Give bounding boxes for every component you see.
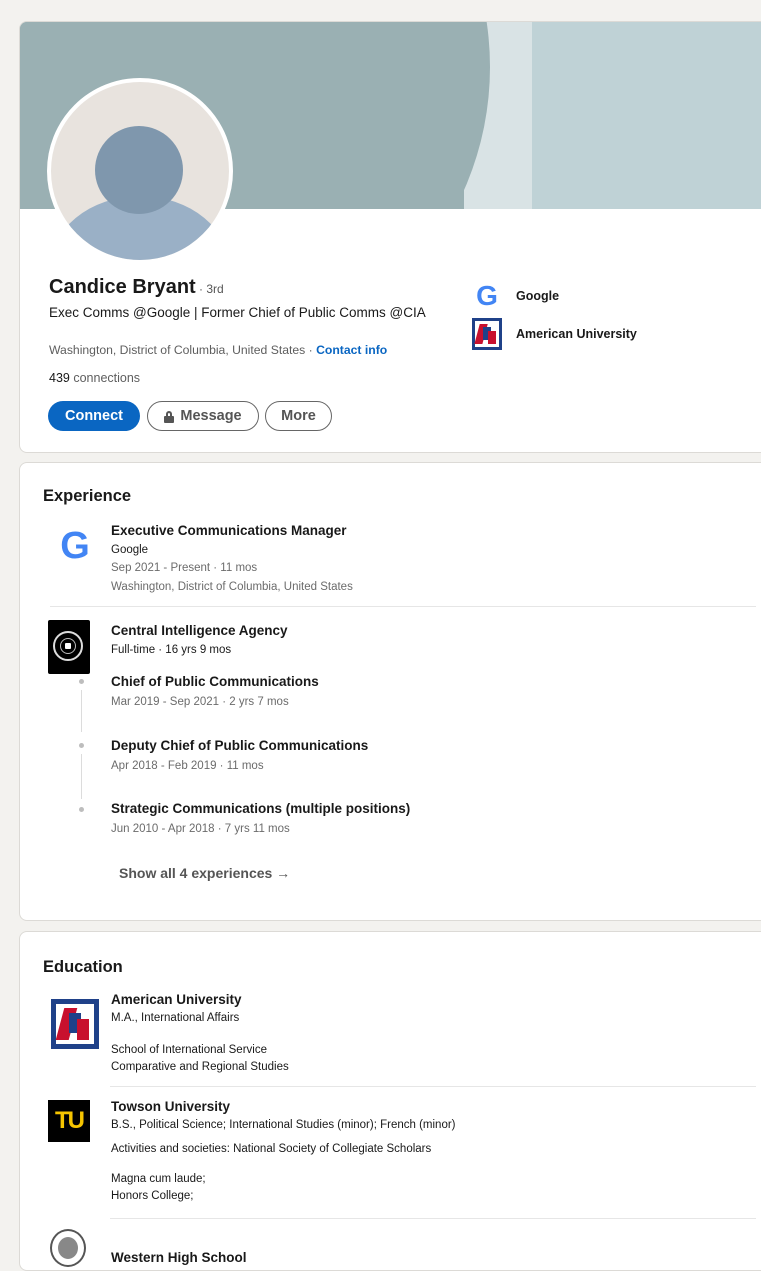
timeline-line bbox=[81, 690, 82, 732]
connect-button[interactable]: Connect bbox=[48, 401, 140, 431]
experience-dates-google: Sep 2021 - Present · 11 mos bbox=[111, 562, 258, 574]
side-org-american-university[interactable]: American University bbox=[472, 318, 637, 350]
school-detail: School of International Service bbox=[111, 1044, 267, 1056]
connection-degree: · 3rd bbox=[195, 282, 224, 296]
education-title: Education bbox=[43, 958, 123, 976]
experience-title-google: Executive Communications Manager bbox=[111, 523, 347, 538]
connections-number: 439 bbox=[49, 371, 70, 385]
experience-company-cia: Central Intelligence Agency bbox=[111, 623, 288, 638]
role-dates: Jun 2010 - Apr 2018 · 7 yrs 11 mos bbox=[111, 823, 290, 835]
side-org-google[interactable]: G Google bbox=[472, 282, 559, 310]
western-high-school-logo-icon[interactable] bbox=[50, 1229, 86, 1267]
education-section: Education American University M.A., Inte… bbox=[19, 931, 761, 1271]
divider bbox=[50, 606, 756, 607]
avatar-head bbox=[95, 126, 183, 214]
role-title: Strategic Communications (multiple posit… bbox=[111, 801, 411, 816]
experience-location-google: Washington, District of Columbia, United… bbox=[111, 581, 353, 593]
towson-university-logo-icon[interactable]: TU bbox=[48, 1100, 90, 1142]
role-title: Chief of Public Communications bbox=[111, 674, 319, 689]
divider bbox=[110, 1218, 756, 1219]
contact-info-link[interactable]: Contact info bbox=[316, 343, 387, 357]
school-detail: Comparative and Regional Studies bbox=[111, 1061, 289, 1073]
connections-label: connections bbox=[69, 371, 141, 385]
side-org-label: American University bbox=[516, 327, 637, 341]
avatar[interactable] bbox=[47, 78, 233, 264]
school-name: American University bbox=[111, 992, 242, 1007]
school-name: Western High School bbox=[111, 1250, 247, 1265]
experience-summary-cia: Full-time · 16 yrs 9 mos bbox=[111, 644, 232, 656]
profile-location: Washington, District of Columbia, United… bbox=[49, 343, 387, 357]
american-university-logo-icon[interactable] bbox=[51, 999, 99, 1049]
cia-logo-icon[interactable] bbox=[48, 620, 90, 674]
show-all-experiences-link[interactable]: Show all 4 experiences → bbox=[119, 865, 290, 881]
experience-company-google: Google bbox=[111, 544, 149, 556]
message-label: Message bbox=[180, 408, 242, 424]
profile-card: Candice Bryant · 3rd Exec Comms @Google … bbox=[19, 21, 761, 453]
school-activities: Activities and societies: National Socie… bbox=[111, 1143, 432, 1155]
experience-title: Experience bbox=[43, 487, 132, 505]
role-title: Deputy Chief of Public Communications bbox=[111, 738, 369, 753]
role-dates: Apr 2018 - Feb 2019 · 11 mos bbox=[111, 760, 264, 772]
profile-name: Candice Bryant bbox=[49, 276, 196, 298]
experience-section: Experience G Executive Communications Ma… bbox=[19, 462, 761, 921]
connections-count[interactable]: 439 connections bbox=[49, 371, 140, 385]
google-company-logo-icon[interactable]: G bbox=[54, 525, 96, 567]
message-button[interactable]: Message bbox=[147, 401, 259, 431]
timeline-dot bbox=[79, 679, 84, 684]
timeline-dot bbox=[79, 807, 84, 812]
google-logo-icon: G bbox=[60, 525, 90, 567]
profile-headline: Exec Comms @Google | Former Chief of Pub… bbox=[49, 305, 426, 320]
school-detail: Magna cum laude; bbox=[111, 1173, 206, 1185]
timeline-dot bbox=[79, 743, 84, 748]
timeline-line bbox=[81, 754, 82, 799]
lock-icon bbox=[164, 410, 175, 423]
school-degree: B.S., Political Science; International S… bbox=[111, 1119, 456, 1131]
school-detail: Honors College; bbox=[111, 1190, 194, 1202]
banner-panel bbox=[532, 22, 761, 209]
location-text: Washington, District of Columbia, United… bbox=[49, 343, 317, 357]
school-name: Towson University bbox=[111, 1099, 231, 1114]
role-dates: Mar 2019 - Sep 2021 · 2 yrs 7 mos bbox=[111, 696, 289, 708]
google-logo-icon: G bbox=[476, 280, 498, 311]
school-degree: M.A., International Affairs bbox=[111, 1012, 240, 1024]
more-button[interactable]: More bbox=[265, 401, 332, 431]
name-row: Candice Bryant · 3rd bbox=[49, 276, 224, 299]
divider bbox=[110, 1086, 756, 1087]
side-org-label: Google bbox=[516, 289, 560, 303]
american-university-logo-icon bbox=[472, 318, 502, 350]
